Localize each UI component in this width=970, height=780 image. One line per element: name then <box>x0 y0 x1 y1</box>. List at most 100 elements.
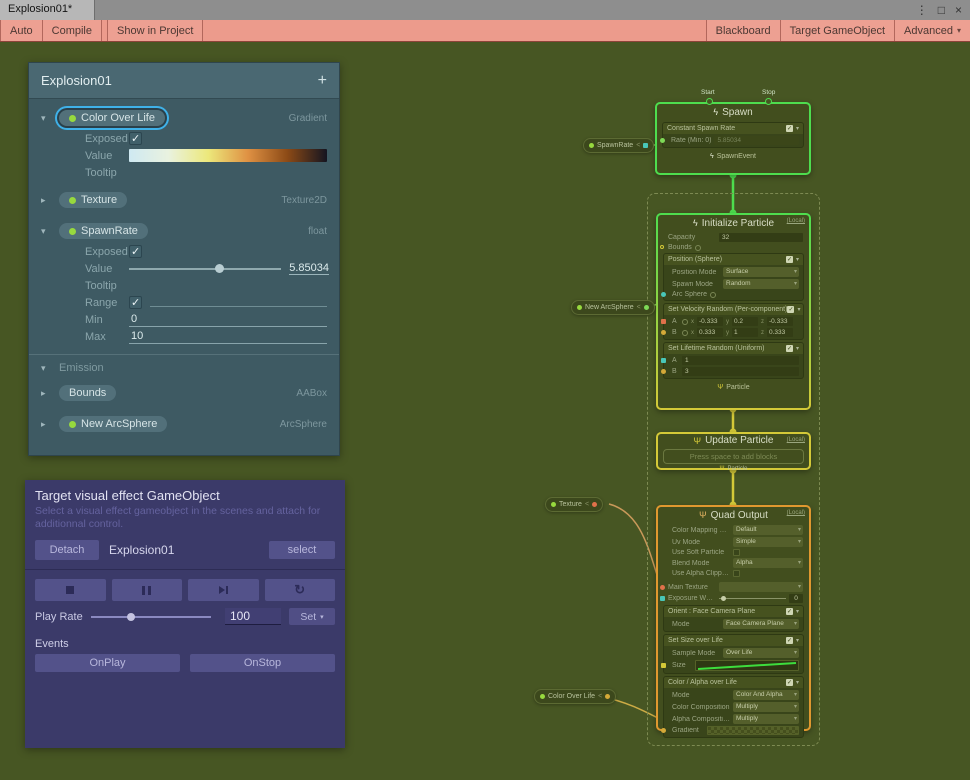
block-constant-spawn-rate[interactable]: Constant Spawn Rate ▾ Rate (Min: 0) 5.85… <box>662 122 804 148</box>
blackboard-toggle-button[interactable]: Blackboard <box>706 20 780 41</box>
collapse-icon[interactable]: ▾ <box>796 125 799 132</box>
restart-button[interactable]: ↻ <box>265 579 336 601</box>
property-bounds[interactable]: ▸ Bounds AABox <box>29 381 339 405</box>
collapse-icon[interactable]: ▾ <box>796 345 799 352</box>
parameter-node-texture[interactable]: Texture < <box>545 497 603 512</box>
slider-thumb[interactable] <box>215 264 224 273</box>
onstop-button[interactable]: OnStop <box>190 654 335 672</box>
property-color-over-life[interactable]: ▾ Color Over Life Gradient <box>29 106 339 130</box>
advanced-dropdown-button[interactable]: Advanced▾ <box>894 20 970 41</box>
gradient-field[interactable] <box>707 726 799 735</box>
a-y-field[interactable]: 0.2 <box>732 317 758 326</box>
b-input-port[interactable] <box>661 330 666 335</box>
value-slider[interactable] <box>129 262 281 275</box>
block-enabled-checkbox[interactable] <box>786 637 793 644</box>
parameter-node-new-arcsphere[interactable]: New ArcSphere < <box>571 300 655 315</box>
orient-mode-dropdown[interactable]: Face Camera Plane <box>723 619 799 629</box>
gradient-input-port[interactable] <box>661 728 666 733</box>
step-button[interactable] <box>188 579 259 601</box>
block-position-sphere[interactable]: Position (Sphere) ▾ Position ModeSurface… <box>663 253 804 301</box>
block-enabled-checkbox[interactable] <box>786 256 793 263</box>
chevron-down-icon[interactable]: ▾ <box>41 363 51 374</box>
use-alpha-clipping-checkbox[interactable] <box>733 570 740 577</box>
color-mapping-mode-dropdown[interactable]: Default <box>733 525 803 535</box>
block-color-alpha-over-life[interactable]: Color / Alpha over Life ▾ ModeColor And … <box>663 676 804 738</box>
size-input-port[interactable] <box>661 663 666 668</box>
select-button[interactable]: select <box>269 541 335 559</box>
output-port[interactable] <box>644 305 649 310</box>
block-set-lifetime-random[interactable]: Set Lifetime Random (Uniform) ▾ A 1 B 3 <box>663 342 804 379</box>
graph-canvas[interactable]: Explosion01 + ▾ Color Over Life Gradient… <box>0 42 970 780</box>
auto-button[interactable]: Auto <box>0 20 43 41</box>
chevron-right-icon[interactable]: ▸ <box>41 388 51 399</box>
play-rate-slider[interactable] <box>91 610 211 623</box>
node-update-particle[interactable]: ΨUpdate Particle(Local) Press space to a… <box>656 432 811 470</box>
block-enabled-checkbox[interactable] <box>787 306 794 313</box>
property-pill-color-over-life[interactable]: Color Over Life <box>59 110 165 126</box>
min-field[interactable]: 0 <box>129 312 327 327</box>
compile-button[interactable]: Compile <box>43 20 102 41</box>
output-port[interactable] <box>643 143 648 148</box>
menu-icon[interactable]: ⋮ <box>916 3 928 17</box>
block-enabled-checkbox[interactable] <box>786 679 793 686</box>
rate-field[interactable]: 5.85034 <box>714 136 799 145</box>
exposed-checkbox[interactable] <box>129 132 142 145</box>
uv-mode-dropdown[interactable]: Simple <box>733 537 803 547</box>
stop-button[interactable] <box>35 579 106 601</box>
property-pill-spawnrate[interactable]: SpawnRate <box>59 223 148 239</box>
color-composition-dropdown[interactable]: Multiply <box>733 702 799 712</box>
alpha-composition-dropdown[interactable]: Multiply <box>733 714 799 724</box>
block-enabled-checkbox[interactable] <box>786 345 793 352</box>
use-soft-particle-checkbox[interactable] <box>733 549 740 556</box>
block-enabled-checkbox[interactable] <box>786 125 793 132</box>
chevron-down-icon[interactable]: ▾ <box>41 113 51 124</box>
color-mode-dropdown[interactable]: Color And Alpha <box>733 690 799 700</box>
node-spawn[interactable]: Start Stop ϟSpawn Constant Spawn Rate ▾ … <box>655 102 811 175</box>
set-rate-button[interactable]: Set▾ <box>289 608 335 625</box>
blackboard-panel[interactable]: Explosion01 + ▾ Color Over Life Gradient… <box>28 62 340 456</box>
sample-mode-dropdown[interactable]: Over Life <box>723 648 799 658</box>
collapse-icon[interactable]: ▾ <box>796 256 799 263</box>
node-initialize-particle[interactable]: ϟInitialize Particle(Local) Capacity 32 … <box>656 213 811 410</box>
rate-input-port[interactable] <box>660 138 665 143</box>
a-input-port[interactable] <box>661 358 666 363</box>
value-field[interactable]: 5.85034 <box>289 262 329 275</box>
spawn-mode-dropdown[interactable]: Random <box>723 279 799 289</box>
block-set-velocity-random[interactable]: Set Velocity Random (Per-component) ▾ A … <box>663 303 804 340</box>
property-pill-new-arcsphere[interactable]: New ArcSphere <box>59 416 167 432</box>
main-texture-input-port[interactable] <box>660 585 665 590</box>
arc-sphere-input-port[interactable] <box>661 292 666 297</box>
pause-button[interactable] <box>112 579 183 601</box>
add-property-button[interactable]: + <box>318 72 327 90</box>
max-field[interactable]: 10 <box>129 329 327 344</box>
collapse-icon[interactable]: ▾ <box>797 306 800 313</box>
collapse-icon[interactable]: < <box>637 304 641 311</box>
target-gameobject-panel[interactable]: Target visual effect GameObject Select a… <box>25 480 345 748</box>
detach-button[interactable]: Detach <box>35 540 99 560</box>
exposure-weight-input-port[interactable] <box>660 596 665 601</box>
chevron-right-icon[interactable]: ▸ <box>41 195 51 206</box>
b-input-port[interactable] <box>661 369 666 374</box>
target-gameobject-toggle-button[interactable]: Target GameObject <box>780 20 894 41</box>
show-in-project-button[interactable]: Show in Project <box>108 20 203 41</box>
property-spawnrate[interactable]: ▾ SpawnRate float <box>29 219 339 243</box>
property-pill-bounds[interactable]: Bounds <box>59 385 116 401</box>
output-port[interactable] <box>605 694 610 699</box>
space-toggle[interactable]: (Local) <box>787 510 805 516</box>
parameter-node-spawnrate[interactable]: SpawnRate < <box>583 138 654 153</box>
output-port[interactable] <box>592 502 597 507</box>
close-icon[interactable]: × <box>955 3 962 17</box>
slider-thumb[interactable] <box>127 613 135 621</box>
a-input-port[interactable] <box>661 319 666 324</box>
collapse-icon[interactable]: ▾ <box>796 608 799 615</box>
b-field[interactable]: 3 <box>682 367 799 376</box>
b-y-field[interactable]: 1 <box>732 328 758 337</box>
gradient-value-field[interactable] <box>129 149 327 162</box>
blend-mode-dropdown[interactable]: Alpha <box>733 558 803 568</box>
exposure-weight-slider[interactable] <box>719 594 786 603</box>
space-toggle[interactable]: (Local) <box>787 437 805 443</box>
property-texture[interactable]: ▸ Texture Texture2D <box>29 188 339 212</box>
chevron-right-icon[interactable]: ▸ <box>41 419 51 430</box>
category-emission[interactable]: ▾ Emission <box>29 354 339 374</box>
size-curve-field[interactable] <box>695 660 799 671</box>
